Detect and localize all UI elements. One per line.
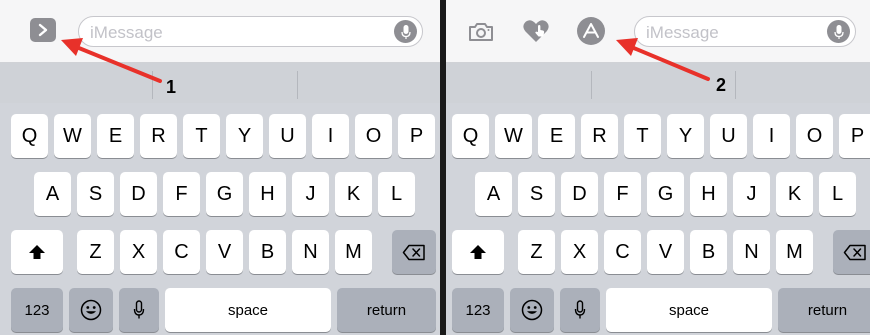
annotation-arrow bbox=[616, 38, 710, 81]
annotation-number: 1 bbox=[166, 77, 177, 97]
keyboard-panel-right: iMessage Q W E R T Y U I O P A S D F G H… bbox=[446, 0, 870, 335]
annotation-arrow bbox=[61, 38, 162, 83]
screenshot-stage: iMessage Q W E R T Y U I O P A S D F G H… bbox=[0, 0, 870, 335]
keyboard-panel-left: iMessage Q W E R T Y U I O P A S D F G H… bbox=[0, 0, 440, 335]
annotation-number: 2 bbox=[716, 75, 727, 95]
